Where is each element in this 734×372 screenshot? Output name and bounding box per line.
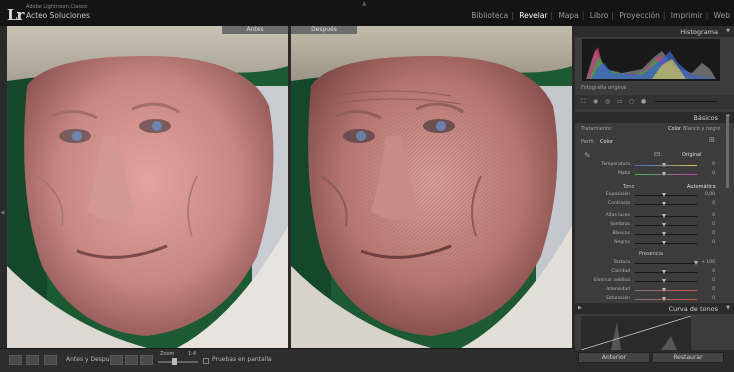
slider-exposure[interactable]: Exposición 0,00 [575, 191, 734, 200]
slider-tint[interactable]: Matiz 0 [575, 170, 734, 179]
bottom-buttons: Anterior Restaurar [575, 350, 734, 372]
module-mapa[interactable]: Mapa [558, 11, 578, 20]
slider-clarity[interactable]: Claridad 0 [575, 268, 734, 277]
collapse-triangle-icon[interactable]: ▶ [578, 305, 582, 311]
histogram [582, 39, 720, 81]
module-imprimir[interactable]: Imprimir [671, 11, 703, 20]
photo-canvas[interactable]: ◀ Antes Después [0, 26, 575, 348]
app-logo: Lr [7, 6, 24, 24]
slider-whites[interactable]: Blancos 0 [575, 230, 734, 239]
soft-proof-label: Pruebas en pantalla [212, 356, 272, 363]
collapse-triangle-icon[interactable]: ▼ [726, 28, 730, 34]
profile-select[interactable]: Color [600, 139, 613, 145]
red-eye-icon[interactable]: ◎ [605, 98, 610, 105]
collapse-triangle-icon[interactable]: ▼ [726, 305, 730, 311]
graduated-filter-icon[interactable]: ▭ [617, 98, 623, 105]
before-photo [7, 26, 288, 348]
original-photo-label: Fotografía original [581, 85, 627, 91]
app-subtitle: Adobe Lightroom Classic [26, 4, 88, 10]
brush-size-track[interactable] [655, 101, 717, 102]
identity-plate: Acteo Soluciones [26, 11, 90, 20]
previous-button[interactable]: Anterior [578, 352, 650, 363]
tone-label: Tono [623, 184, 635, 190]
slider-dehaze[interactable]: Eliminar neblina 0 [575, 277, 734, 286]
module-biblioteca[interactable]: Biblioteca [471, 11, 508, 20]
spot-removal-icon[interactable]: ◉ [593, 98, 598, 105]
right-panel: Histograma ▼ Fotografía original ⛶ ◉ ◎ ▭… [575, 26, 734, 372]
top-bar: ▲ Lr Adobe Lightroom Classic Acteo Soluc… [0, 0, 734, 26]
eyedropper-icon[interactable]: ✎ [584, 151, 591, 160]
brush-icon[interactable]: ● [641, 98, 646, 105]
wb-preset-select[interactable]: Original [682, 152, 702, 158]
swap-before-after-icon[interactable] [140, 355, 153, 365]
slider-blacks[interactable]: Negros 0 [575, 239, 734, 248]
module-proyeccion[interactable]: Proyección [619, 11, 660, 20]
presence-label: Presencia [639, 251, 664, 257]
after-photo [291, 26, 572, 348]
bottom-toolbar: Antes y Después: Zoom 1:4 Pruebas en pan… [0, 348, 575, 372]
before-view[interactable]: Antes [7, 26, 288, 348]
wb-label: EB: [654, 152, 663, 158]
histogram-header[interactable]: Histograma ▼ [575, 26, 734, 37]
tone-curve-header[interactable]: ▶ Curva de tonos ▼ [575, 303, 734, 314]
treatment-bw-option[interactable]: Blanco y negro [683, 126, 720, 132]
view-grid-icon[interactable]: ⊞ [709, 136, 715, 144]
tone-auto-button[interactable]: Automático [687, 184, 716, 190]
module-revelar[interactable]: Revelar [519, 11, 547, 20]
tone-curve-title: Curva de tonos [668, 305, 718, 313]
tone-curve-graph[interactable] [580, 315, 692, 351]
collapse-left-panel-icon[interactable]: ◀ [0, 209, 5, 216]
zoom-slider-thumb[interactable] [172, 358, 177, 365]
module-web[interactable]: Web [714, 11, 730, 20]
slider-highlights[interactable]: Altas luces 0 [575, 212, 734, 221]
before-after-view-icon[interactable] [44, 355, 57, 365]
collapse-top-panel-icon[interactable]: ▲ [362, 0, 367, 7]
treatment-label: Tratamiento: [581, 126, 613, 132]
copy-before-to-after-icon[interactable] [110, 355, 123, 365]
slider-vibrance[interactable]: Intensidad 0 [575, 286, 734, 295]
profile-label: Perfil: [581, 139, 596, 145]
slider-texture[interactable]: Textura + 100 [575, 259, 734, 268]
after-label: Después [291, 26, 357, 34]
slider-temperature[interactable]: Temperatura 0 [575, 161, 734, 170]
radial-filter-icon[interactable]: ○ [629, 98, 634, 105]
treatment-color-option[interactable]: Color [668, 126, 681, 132]
zoom-value: 1:4 [188, 351, 197, 357]
zoom-label: Zoom [160, 351, 175, 357]
tool-strip: ⛶ ◉ ◎ ▭ ○ ● [575, 95, 734, 109]
basics-title: Básicos [693, 114, 718, 122]
crop-icon[interactable]: ⛶ [581, 98, 585, 106]
copy-after-to-before-icon[interactable] [125, 355, 138, 365]
reset-button[interactable]: Restaurar [652, 352, 724, 363]
basics-header[interactable]: Básicos ▼ [575, 112, 734, 123]
compare-view-icon[interactable] [26, 355, 39, 365]
soft-proof-checkbox[interactable] [203, 358, 209, 364]
zoom-slider[interactable] [158, 361, 198, 363]
after-view[interactable]: Después [291, 26, 572, 348]
before-label: Antes [222, 26, 288, 34]
slider-contrast[interactable]: Contraste 0 [575, 200, 734, 209]
slider-shadows[interactable]: Sombras 0 [575, 221, 734, 230]
histogram-title: Histograma [680, 28, 718, 36]
module-picker: Biblioteca | Revelar | Mapa | Libro | Proyec… [471, 11, 730, 20]
module-libro[interactable]: Libro [590, 11, 609, 20]
loupe-view-icon[interactable] [9, 355, 22, 365]
